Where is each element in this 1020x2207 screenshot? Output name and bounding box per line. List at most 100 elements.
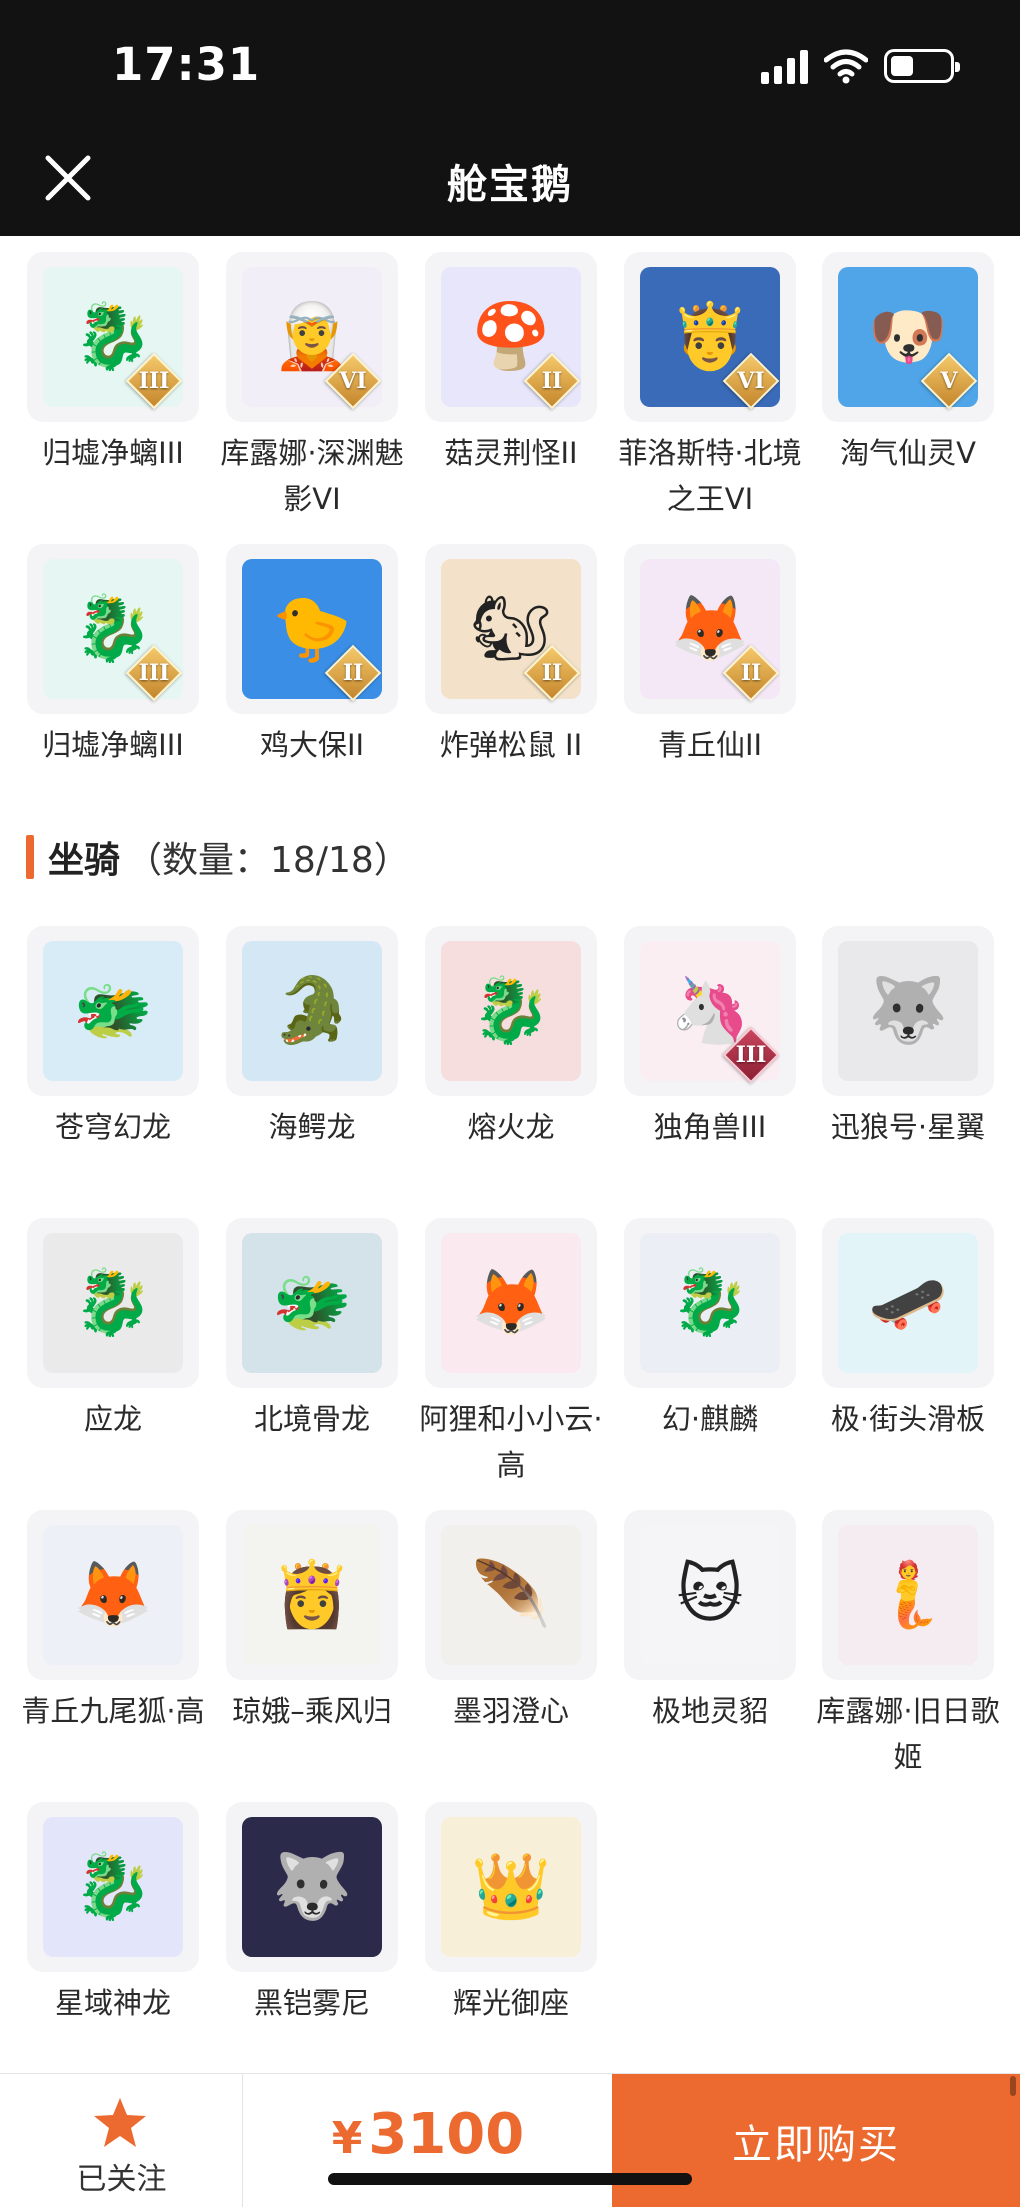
- item-thumbnail: 🦊: [27, 1510, 199, 1680]
- singer-icon: 🧜: [838, 1525, 978, 1665]
- item-label: 淘气仙灵V: [840, 436, 976, 470]
- item-tile[interactable]: 🐉 应龙: [27, 1218, 199, 1442]
- follow-button[interactable]: 已关注: [0, 2074, 243, 2207]
- item-tile[interactable]: 🐲 苍穹幻龙: [27, 926, 199, 1150]
- item-thumbnail: 🐺: [226, 1802, 398, 1972]
- item-tile[interactable]: 🐉 熔火龙: [425, 926, 597, 1150]
- item-label: 北境骨龙: [253, 1402, 370, 1436]
- item-tile[interactable]: 🤴 VI 菲洛斯特·北境之王VI: [618, 252, 802, 522]
- tier-badge: III: [722, 1026, 780, 1084]
- item-label: 炸弹松鼠 II: [439, 728, 583, 762]
- tier-badge: V: [920, 352, 978, 410]
- moon-maiden-icon: 👸: [242, 1525, 382, 1665]
- buy-now-button[interactable]: 立即购买: [612, 2074, 1020, 2207]
- item-glyph: 👑: [471, 1850, 551, 1924]
- item-tile[interactable]: 👸 琼娥–乘风归: [226, 1510, 398, 1734]
- page-title: 舱宝鹅: [447, 162, 573, 208]
- item-tile[interactable]: 🐊 海鳄龙: [226, 926, 398, 1150]
- item-tile[interactable]: 🦊 II 青丘仙II: [624, 544, 796, 768]
- tier-numeral: VI: [737, 368, 765, 394]
- mounts-count: （数量：18/18）: [126, 840, 410, 881]
- cellular-signal-icon: [761, 48, 808, 84]
- tier-badge: II: [523, 644, 581, 702]
- item-tile[interactable]: 🦊 阿狸和小小云·高: [419, 1218, 603, 1488]
- item-glyph: 🐲: [272, 1266, 352, 1340]
- tier-badge: II: [324, 644, 382, 702]
- item-tile[interactable]: 🍄 II 菇灵荆怪II: [425, 252, 597, 476]
- item-thumbnail: 🧝 VI: [226, 252, 398, 422]
- item-tile[interactable]: 🛹 极·街头滑板: [822, 1218, 994, 1442]
- item-thumbnail: 🐿 II: [425, 544, 597, 714]
- item-thumbnail: 🛹: [822, 1218, 994, 1388]
- item-label: 极·街头滑板: [830, 1402, 986, 1436]
- item-tile[interactable]: 🐺 迅狼号·星翼: [822, 926, 994, 1150]
- tier-badge: VI: [722, 352, 780, 410]
- item-tile[interactable]: 🐉 星域神龙: [27, 1802, 199, 2026]
- item-tile[interactable]: 🐉 幻·麒麟: [624, 1218, 796, 1442]
- golden-throne-icon: 👑: [441, 1817, 581, 1957]
- item-label: 独角兽III: [653, 1110, 767, 1144]
- item-glyph: 🧜: [868, 1558, 948, 1632]
- tier-numeral: II: [740, 660, 762, 686]
- item-thumbnail: 🐉 III: [27, 544, 199, 714]
- item-thumbnail: 🐉 III: [27, 252, 199, 422]
- fox-and-cloud-icon: 🦊: [441, 1233, 581, 1373]
- item-tile[interactable]: 🐉 III 归墟净螭III: [27, 252, 199, 476]
- item-glyph: 🐉: [73, 1850, 153, 1924]
- item-tile[interactable]: 🦊 青丘九尾狐·高: [21, 1510, 205, 1734]
- winged-dragon-icon: 🐉: [43, 1233, 183, 1373]
- item-label: 星域神龙: [54, 1986, 171, 2020]
- mounts-section-heading: 坐骑 （数量：18/18）: [26, 832, 410, 882]
- item-glyph: 🐱: [676, 1558, 744, 1632]
- item-thumbnail: 👑: [425, 1802, 597, 1972]
- item-tile[interactable]: 🐤 II 鸡大保II: [226, 544, 398, 768]
- item-tile[interactable]: 🐶 V 淘气仙灵V: [822, 252, 994, 476]
- item-thumbnail: 🐱: [624, 1510, 796, 1680]
- status-time: 17:31: [112, 38, 261, 91]
- item-thumbnail: 🐊: [226, 926, 398, 1096]
- nine-tailed-fox-icon: 🦊: [43, 1525, 183, 1665]
- item-thumbnail: 🦊: [425, 1218, 597, 1388]
- tier-numeral: II: [541, 368, 563, 394]
- mech-wolf-icon: 🐺: [838, 941, 978, 1081]
- scrollbar-thumb[interactable]: [1010, 2076, 1016, 2096]
- item-tile[interactable]: 🐲 北境骨龙: [226, 1218, 398, 1442]
- item-tile[interactable]: 🦄 III 独角兽III: [624, 926, 796, 1150]
- price-display: ¥3100: [243, 2102, 613, 2167]
- item-thumbnail: 🦄 III: [624, 926, 796, 1096]
- item-label: 应龙: [83, 1402, 142, 1436]
- item-label: 青丘仙II: [657, 728, 763, 762]
- item-tile[interactable]: 🧜 库露娜·旧日歌姬: [816, 1510, 1000, 1780]
- item-tile[interactable]: 🐱 极地灵貂: [624, 1510, 796, 1734]
- tier-numeral: VI: [339, 368, 367, 394]
- item-tile[interactable]: 🐺 黑铠雾尼: [226, 1802, 398, 2026]
- item-glyph: 🪶: [471, 1558, 551, 1632]
- item-glyph: 🦊: [73, 1558, 153, 1632]
- item-glyph: 🦊: [471, 1266, 551, 1340]
- battery-icon: [884, 49, 960, 83]
- top-bar: 17:31 舱宝鹅: [0, 0, 1020, 236]
- item-thumbnail: 🐉: [425, 926, 597, 1096]
- item-tile[interactable]: 🐉 III 归墟净螭III: [27, 544, 199, 768]
- home-indicator[interactable]: [328, 2173, 692, 2185]
- black-armor-beast-icon: 🐺: [242, 1817, 382, 1957]
- item-thumbnail: 👸: [226, 1510, 398, 1680]
- item-thumbnail: 🪶: [425, 1510, 597, 1680]
- item-tile[interactable]: 🧝 VI 库露娜·深渊魅影VI: [220, 252, 404, 522]
- tier-badge: II: [523, 352, 581, 410]
- item-label: 库露娜·深渊魅影VI: [220, 436, 404, 516]
- item-tile[interactable]: 👑 辉光御座: [425, 1802, 597, 2026]
- item-label: 黑铠雾尼: [253, 1986, 370, 2020]
- item-label: 苍穹幻龙: [54, 1110, 171, 1144]
- winged-staff-icon: 🪶: [441, 1525, 581, 1665]
- sea-dragon-icon: 🐊: [242, 941, 382, 1081]
- item-label: 墨羽澄心: [452, 1694, 569, 1728]
- mounts-title: 坐骑: [48, 840, 121, 881]
- item-thumbnail: 🧜: [822, 1510, 994, 1680]
- item-glyph: 🐉: [471, 974, 551, 1048]
- bottom-action-bar: 已关注 ¥3100 立即购买: [0, 2073, 1020, 2207]
- item-thumbnail: 🐉: [27, 1218, 199, 1388]
- polar-ferret-icon: 🐱: [640, 1525, 780, 1665]
- item-tile[interactable]: 🐿 II 炸弹松鼠 II: [425, 544, 597, 768]
- item-tile[interactable]: 🪶 墨羽澄心: [425, 1510, 597, 1734]
